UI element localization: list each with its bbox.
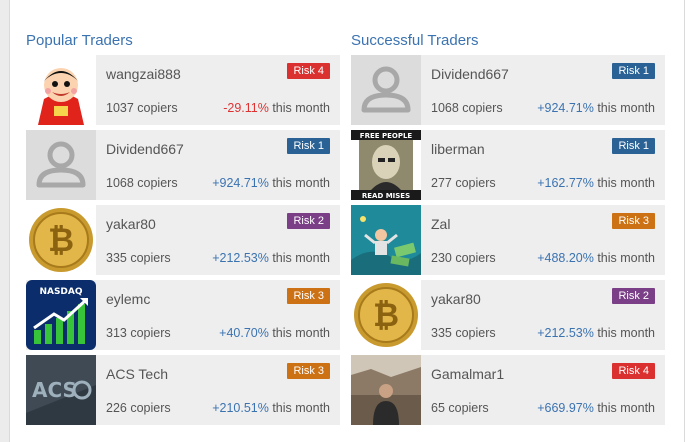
copiers-count: 230 copiers xyxy=(431,251,496,265)
canyon-photo-avatar[interactable] xyxy=(351,355,421,425)
default-user-avatar[interactable] xyxy=(26,130,96,200)
gain-suffix: this month xyxy=(268,101,330,115)
popular-traders-column: Popular Traders wangzai888 Risk 4 1037 c… xyxy=(26,30,340,430)
monthly-gain: +162.77% this month xyxy=(537,176,655,190)
poster-bottom-text: READ MISES xyxy=(362,192,410,200)
trader-name[interactable]: yakar80 xyxy=(106,216,156,232)
monthly-gain: +924.71% this month xyxy=(537,101,655,115)
svg-text:₿: ₿ xyxy=(48,221,74,259)
successful-traders-column: Successful Traders Dividend667 Risk 1 10… xyxy=(351,30,665,430)
gain-value: +212.53% xyxy=(537,326,594,340)
copiers-count: 1037 copiers xyxy=(106,101,178,115)
risk-badge: Risk 1 xyxy=(612,138,655,154)
risk-badge: Risk 3 xyxy=(287,288,330,304)
copiers-count: 277 copiers xyxy=(431,176,496,190)
gain-suffix: this month xyxy=(268,401,330,415)
cartoon-boy-avatar[interactable] xyxy=(26,55,96,125)
trader-name[interactable]: Dividend667 xyxy=(431,66,509,82)
monthly-gain: +669.97% this month xyxy=(537,401,655,415)
default-user-avatar[interactable] xyxy=(351,55,421,125)
gain-value: -29.11% xyxy=(223,101,269,115)
trader-name[interactable]: wangzai888 xyxy=(106,66,181,82)
copiers-count: 335 copiers xyxy=(106,251,171,265)
risk-badge: Risk 1 xyxy=(287,138,330,154)
trader-name[interactable]: Zal xyxy=(431,216,450,232)
monthly-gain: +488.20% this month xyxy=(537,251,655,265)
popular-traders-title[interactable]: Popular Traders xyxy=(26,31,340,55)
gain-value: +212.53% xyxy=(212,251,269,265)
trader-card[interactable]: Zal Risk 3 230 copiers +488.20% this mon… xyxy=(351,205,665,275)
gain-value: +162.77% xyxy=(537,176,594,190)
trader-name[interactable]: eylemc xyxy=(106,291,150,307)
trader-card[interactable]: FREE PEOPLE READ MISES liberman Risk 1 2… xyxy=(351,130,665,200)
poster-top-text: FREE PEOPLE xyxy=(360,132,413,140)
copiers-count: 313 copiers xyxy=(106,326,171,340)
traders-panel: Popular Traders wangzai888 Risk 4 1037 c… xyxy=(9,0,685,442)
risk-badge: Risk 2 xyxy=(287,213,330,229)
risk-badge: Risk 1 xyxy=(612,63,655,79)
risk-badge: Risk 4 xyxy=(287,63,330,79)
copiers-count: 1068 copiers xyxy=(106,176,178,190)
trader-card[interactable]: NASDAQ eylemc Risk 3 313 copiers +40.70%… xyxy=(26,280,340,350)
money-illustration-avatar[interactable] xyxy=(351,205,421,275)
risk-badge: Risk 3 xyxy=(287,363,330,379)
acs-logo-avatar[interactable]: ACS xyxy=(26,355,96,425)
trader-card[interactable]: wangzai888 Risk 4 1037 copiers -29.11% t… xyxy=(26,55,340,125)
trader-card[interactable]: ACS ACS Tech Risk 3 226 copiers +210.51%… xyxy=(26,355,340,425)
trader-name[interactable]: yakar80 xyxy=(431,291,481,307)
bitcoin-coin-avatar[interactable]: ₿ xyxy=(351,280,421,350)
bitcoin-coin-avatar[interactable]: ₿ xyxy=(26,205,96,275)
successful-traders-title[interactable]: Successful Traders xyxy=(351,31,665,55)
nasdaq-chart-avatar[interactable]: NASDAQ xyxy=(26,280,96,350)
gain-suffix: this month xyxy=(268,326,330,340)
risk-badge: Risk 2 xyxy=(612,288,655,304)
gain-value: +210.51% xyxy=(212,401,269,415)
gain-value: +669.97% xyxy=(537,401,594,415)
gain-value: +488.20% xyxy=(537,251,594,265)
monthly-gain: +210.51% this month xyxy=(212,401,330,415)
gain-value: +924.71% xyxy=(212,176,269,190)
gain-suffix: this month xyxy=(593,176,655,190)
gain-value: +40.70% xyxy=(219,326,269,340)
trader-name[interactable]: Dividend667 xyxy=(106,141,184,157)
svg-text:₿: ₿ xyxy=(373,296,399,334)
acs-logo-text: ACS xyxy=(32,378,77,402)
monthly-gain: +924.71% this month xyxy=(212,176,330,190)
copiers-count: 1068 copiers xyxy=(431,101,503,115)
trader-name[interactable]: Gamalmar1 xyxy=(431,366,504,382)
risk-badge: Risk 3 xyxy=(612,213,655,229)
monthly-gain: +212.53% this month xyxy=(537,326,655,340)
gain-suffix: this month xyxy=(268,176,330,190)
trader-card[interactable]: Dividend667 Risk 1 1068 copiers +924.71%… xyxy=(26,130,340,200)
monthly-gain: -29.11% this month xyxy=(223,101,330,115)
trader-card[interactable]: ₿ yakar80 Risk 2 335 copiers +212.53% th… xyxy=(26,205,340,275)
trader-name[interactable]: liberman xyxy=(431,141,485,157)
monthly-gain: +212.53% this month xyxy=(212,251,330,265)
gain-suffix: this month xyxy=(593,326,655,340)
gain-value: +924.71% xyxy=(537,101,594,115)
trader-card[interactable]: Dividend667 Risk 1 1068 copiers +924.71%… xyxy=(351,55,665,125)
copiers-count: 65 copiers xyxy=(431,401,489,415)
trader-name[interactable]: ACS Tech xyxy=(106,366,168,382)
gain-suffix: this month xyxy=(593,101,655,115)
trader-card[interactable]: Gamalmar1 Risk 4 65 copiers +669.97% thi… xyxy=(351,355,665,425)
gain-suffix: this month xyxy=(593,401,655,415)
trader-card[interactable]: ₿ yakar80 Risk 2 335 copiers +212.53% th… xyxy=(351,280,665,350)
copiers-count: 335 copiers xyxy=(431,326,496,340)
risk-badge: Risk 4 xyxy=(612,363,655,379)
free-people-poster-avatar[interactable]: FREE PEOPLE READ MISES xyxy=(351,130,421,200)
copiers-count: 226 copiers xyxy=(106,401,171,415)
nasdaq-logo-text: NASDAQ xyxy=(39,287,82,297)
monthly-gain: +40.70% this month xyxy=(219,326,330,340)
gain-suffix: this month xyxy=(593,251,655,265)
gain-suffix: this month xyxy=(268,251,330,265)
